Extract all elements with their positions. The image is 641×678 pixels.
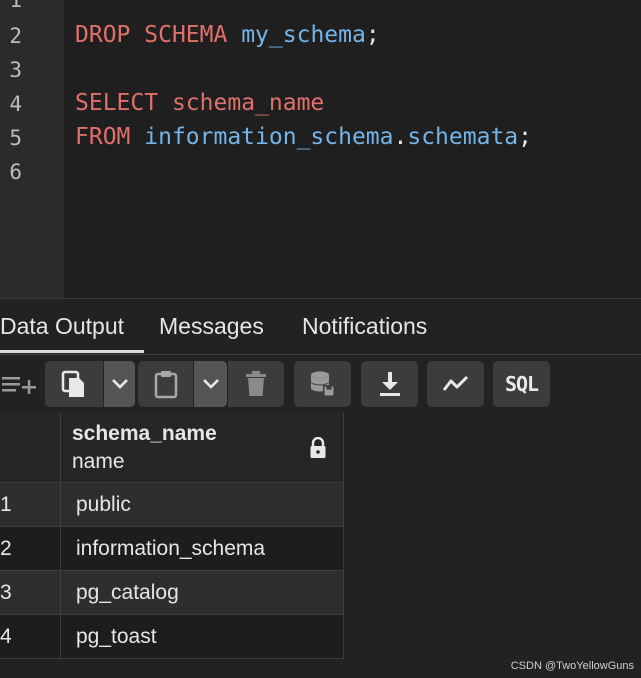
table-row[interactable]: 4 pg_toast [0, 615, 344, 659]
line-number-gutter: 1 2 3 4 5 6 [0, 0, 64, 298]
graph-visualiser-button[interactable] [427, 361, 484, 407]
delete-icon [245, 371, 267, 397]
results-tab-bar: Data Output Messages Notifications [0, 298, 641, 355]
code-line-2[interactable]: DROP SCHEMA my_schema; [75, 22, 380, 48]
tab-messages[interactable]: Messages [159, 313, 264, 340]
tab-data-output[interactable]: Data Output [0, 313, 124, 340]
punctuation: ; [518, 124, 532, 150]
paste-options-dropdown[interactable] [194, 361, 227, 407]
row-number: 1 [0, 483, 61, 527]
copy-icon [60, 369, 88, 399]
copy-options-dropdown[interactable] [104, 361, 135, 407]
code-line-4[interactable]: SELECT schema_name [75, 90, 324, 116]
download-icon [378, 371, 402, 397]
paste-icon [153, 369, 179, 399]
table-cell[interactable]: pg_toast [61, 615, 344, 659]
line-number: 3 [9, 58, 22, 82]
column-type: name [72, 450, 125, 473]
active-tab-indicator [0, 350, 144, 353]
column-name: schema_name [72, 422, 217, 445]
table-row[interactable]: 2 information_schema [0, 527, 344, 571]
row-number-header[interactable] [0, 412, 61, 483]
identifier: information_schema [144, 124, 394, 150]
line-number: 1 [9, 0, 22, 12]
table-row[interactable]: 1 public [0, 483, 344, 527]
row-number: 3 [0, 571, 61, 615]
sql-button[interactable]: SQL [493, 361, 550, 407]
keyword: FROM [75, 124, 131, 150]
code-line-5[interactable]: FROM information_schema.schemata; [75, 124, 532, 150]
column-header-schema-name[interactable]: schema_name name [61, 412, 344, 483]
identifier: my_schema [241, 22, 366, 48]
data-output-toolbar: SQL [0, 355, 641, 412]
tab-notifications[interactable]: Notifications [302, 313, 427, 340]
sql-icon: SQL [504, 372, 539, 396]
punctuation: . [393, 124, 408, 150]
row-number: 2 [0, 527, 61, 571]
row-number: 4 [0, 615, 61, 659]
delete-button[interactable] [228, 361, 284, 407]
punctuation: ; [365, 22, 380, 48]
line-number: 5 [9, 126, 22, 150]
copy-button[interactable] [45, 361, 103, 407]
chevron-down-icon [202, 378, 220, 390]
add-row-button[interactable] [0, 361, 40, 407]
sql-editor[interactable]: 1 2 3 4 5 6 DROP SCHEMA my_schema; SELEC… [0, 0, 641, 298]
download-button[interactable] [361, 361, 418, 407]
keyword: SELECT [75, 90, 159, 116]
table-cell[interactable]: pg_catalog [61, 571, 344, 615]
table-cell[interactable]: information_schema [61, 527, 344, 571]
line-number: 4 [9, 92, 22, 116]
add-row-icon [2, 372, 38, 396]
watermark: CSDN @TwoYellowGuns [510, 660, 634, 672]
keyword: DROP [75, 22, 131, 48]
lock-icon [309, 436, 327, 464]
save-data-button[interactable] [294, 361, 351, 407]
keyword: SCHEMA [144, 22, 228, 48]
paste-button[interactable] [138, 361, 193, 407]
save-data-icon [309, 370, 337, 398]
graph-icon [442, 374, 470, 394]
identifier: schema_name [171, 90, 325, 116]
line-number: 2 [9, 24, 22, 48]
result-grid: schema_name name 1 public 2 information_… [0, 412, 641, 678]
identifier: schemata [407, 124, 519, 150]
line-number: 6 [9, 160, 22, 184]
table-cell[interactable]: public [61, 483, 344, 527]
chevron-down-icon [111, 378, 129, 390]
table-row[interactable]: 3 pg_catalog [0, 571, 344, 615]
